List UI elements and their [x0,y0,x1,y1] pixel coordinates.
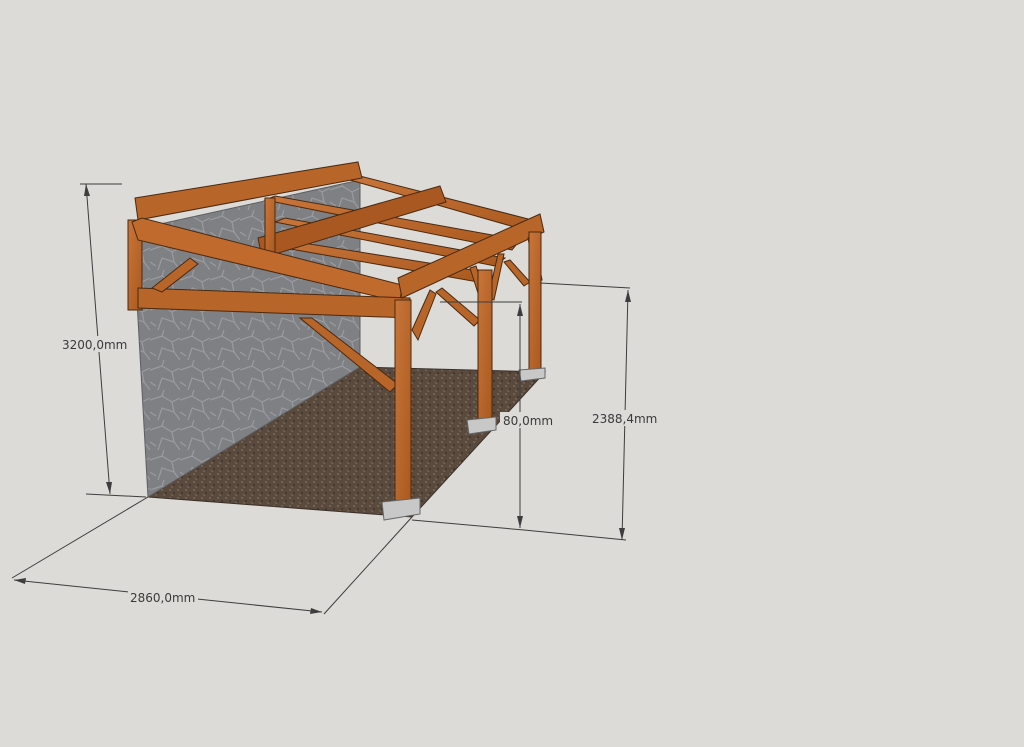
dimension-height-right[interactable]: 2388,4mm [523,282,660,541]
dimension-label-height-inner: 80,0mm [503,414,553,428]
carport-model-drawing: 3200,0mm 2860,0mm 80,0mm 2388,4mm [11,161,660,615]
dimension-label-width-bottom: 2860,0mm [130,591,195,605]
post-front [394,299,412,507]
footing-back [518,367,546,382]
dimension-label-height-left: 3200,0mm [62,338,127,352]
sketchup-viewport[interactable]: 3200,0mm 2860,0mm 80,0mm 2388,4mm [0,0,1024,747]
post-middle [477,269,493,421]
dimension-label-height-right: 2388,4mm [592,412,657,426]
footing-front [381,497,421,521]
wall-post-right [264,197,276,259]
post-back [528,231,542,373]
dimension-width-bottom[interactable]: 2860,0mm [11,496,413,615]
footing-middle [466,416,497,435]
